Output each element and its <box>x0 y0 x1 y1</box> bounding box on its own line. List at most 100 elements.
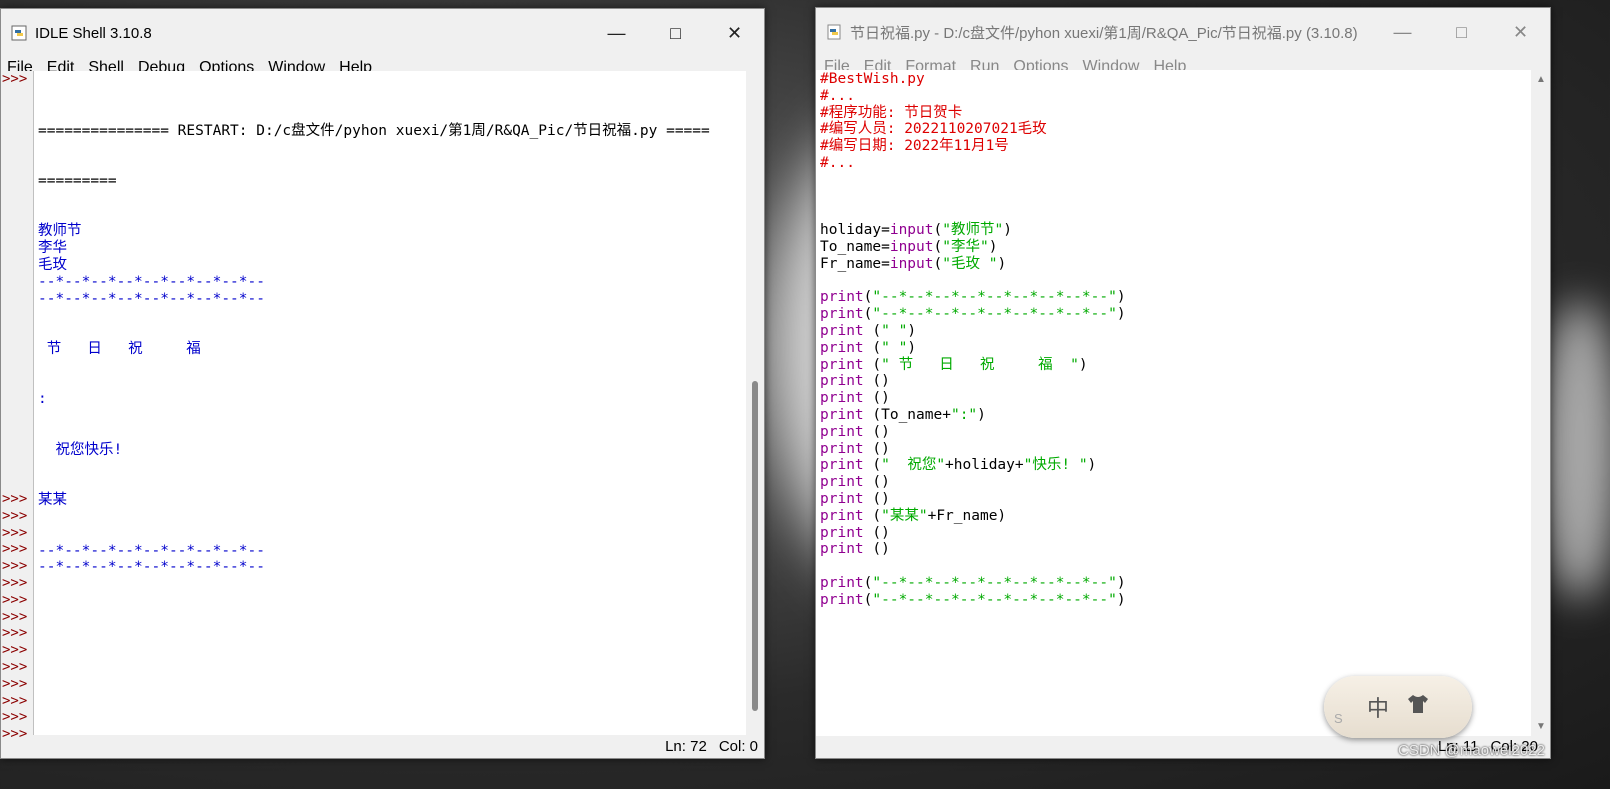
output-line: --*--*--*--*--*--*--*--*-- <box>38 559 265 576</box>
code-line: print (" 祝您"+holiday+"快乐! ") <box>820 457 1531 474</box>
code-editor-area[interactable]: #BestWish.py #... #程序功能: 节日贺卡 #编写人员: 202211… <box>816 70 1531 736</box>
shell-output-area[interactable]: =============== RESTART: D:/c盘文件/pyhon x… <box>34 71 746 735</box>
output-line: 节 日 祝 福 <box>38 340 201 357</box>
paren: ( <box>933 255 943 272</box>
code-line: print("--*--*--*--*--*--*--*--*--") <box>820 306 1531 323</box>
operator: = <box>881 255 890 272</box>
prompt-column: >>> >>> >>> >>> >>> >>> >>> >>> >>> >>> >>> >>> >>> >… <box>1 71 33 743</box>
prompt-marker: >>> <box>2 658 28 675</box>
minimize-icon[interactable]: — <box>1373 8 1432 56</box>
scroll-up-arrow[interactable]: ▲ <box>1536 74 1546 85</box>
code-line: print () <box>820 424 1531 441</box>
print-keyword: print <box>820 507 864 524</box>
code-line: print () <box>820 541 1531 558</box>
window-title: IDLE Shell 3.10.8 <box>35 24 152 42</box>
code-text: ) <box>1116 306 1126 323</box>
paren: ) <box>997 255 1007 272</box>
string-literal: ":" <box>950 406 978 423</box>
code-text: () <box>863 390 890 407</box>
skin-shirt-icon[interactable] <box>1407 694 1429 720</box>
comment-text: #编写日期: 2022年11月1号 <box>820 138 1009 155</box>
code-text: ) <box>907 339 917 356</box>
print-keyword: print <box>820 339 864 356</box>
code-line: print (" ") <box>820 340 1531 357</box>
prompt-gutter: >>> >>> >>> >>> >>> >>> >>> >>> >>> >>> >>> >>> >>> >… <box>1 71 34 742</box>
code-text: (To_name+ <box>863 406 951 423</box>
maximize-icon[interactable]: □ <box>646 9 705 57</box>
code-text: ) <box>1116 574 1126 591</box>
scroll-thumb[interactable] <box>752 381 758 711</box>
window-title: 节日祝福.py - D:/c盘文件/pyhon xuexi/第1周/R&QA_P… <box>850 24 1358 42</box>
print-keyword: print <box>820 406 864 423</box>
code-line: To_name=input("李华") <box>820 239 1531 256</box>
variable-name: holiday <box>820 222 882 239</box>
program-output: 教师节 李华 毛玫 --*--*--*--*--*--*--*--*-- --*--*-… <box>38 223 746 576</box>
restart-banner-continued: ========= <box>38 172 117 189</box>
code-text: () <box>863 373 890 390</box>
print-keyword: print <box>820 306 864 323</box>
close-icon[interactable]: ✕ <box>1491 8 1550 56</box>
code-line: #... <box>820 155 1531 172</box>
prompt-marker: >>> <box>2 490 28 507</box>
code-text: () <box>863 490 890 507</box>
code-text: ( <box>863 507 882 524</box>
maximize-icon[interactable]: □ <box>1432 8 1491 56</box>
code-line: print () <box>820 390 1531 407</box>
editor-titlebar[interactable]: 节日祝福.py - D:/c盘文件/pyhon xuexi/第1周/R&QA_P… <box>816 8 1550 56</box>
code-text: ( <box>863 356 882 373</box>
string-literal: " 祝您" <box>881 457 946 474</box>
code-text: ( <box>863 322 882 339</box>
print-keyword: print <box>820 322 864 339</box>
variable-name: Fr_name <box>820 255 882 272</box>
code-text: ) <box>977 406 986 423</box>
string-literal: "--*--*--*--*--*--*--*--*--" <box>872 591 1117 608</box>
code-text: +Fr_name) <box>927 507 1007 524</box>
code-text: () <box>863 423 890 440</box>
editor-window: 节日祝福.py - D:/c盘文件/pyhon xuexi/第1周/R&QA_P… <box>815 7 1551 759</box>
shell-titlebar[interactable]: IDLE Shell 3.10.8 — □ ✕ <box>1 9 764 57</box>
string-literal: "李华" <box>942 238 989 255</box>
minimize-icon[interactable]: — <box>587 9 646 57</box>
print-keyword: print <box>820 289 864 306</box>
comment-text: #编写人员: 2022110207021毛玫 <box>820 121 1047 138</box>
code-text: () <box>863 474 890 491</box>
comment-text: #... <box>820 87 855 104</box>
print-keyword: print <box>820 591 864 608</box>
print-keyword: print <box>820 490 864 507</box>
paren: ) <box>1003 222 1012 239</box>
paren: ) <box>988 238 998 255</box>
editor-scrollbar[interactable]: ▲ ▼ <box>1531 70 1550 736</box>
ime-mode-icon: S <box>1334 711 1343 726</box>
prompt-marker: >>> <box>2 591 28 608</box>
string-literal: "快乐! " <box>1023 457 1088 474</box>
prompt-marker: >>> <box>2 574 28 591</box>
code-line: print () <box>820 441 1531 458</box>
source-code: #BestWish.py #... #程序功能: 节日贺卡 #编写人员: 202211… <box>816 70 1531 609</box>
code-line: print () <box>820 491 1531 508</box>
prompt-marker: >>> <box>2 608 28 625</box>
shell-scrollbar[interactable] <box>747 71 764 735</box>
string-literal: " " <box>881 322 908 339</box>
ime-language-toggle[interactable]: 中 <box>1367 691 1389 723</box>
string-literal: " " <box>881 339 908 356</box>
scroll-down-arrow[interactable]: ▼ <box>1536 721 1546 732</box>
shell-window: IDLE Shell 3.10.8 — □ ✕ File Edit Shell … <box>0 8 765 759</box>
close-icon[interactable]: ✕ <box>705 9 764 57</box>
prompt-marker: >>> <box>2 692 28 709</box>
code-text: () <box>863 440 890 457</box>
ime-toolbar[interactable]: S 中 <box>1324 676 1472 738</box>
window-controls: — □ ✕ <box>587 9 764 57</box>
column-indicator: Col: 0 <box>718 737 758 755</box>
string-literal: "--*--*--*--*--*--*--*--*--" <box>872 289 1117 306</box>
code-text: ) <box>907 322 917 339</box>
shell-statusbar: Ln: 72 Col: 0 <box>1 734 764 758</box>
